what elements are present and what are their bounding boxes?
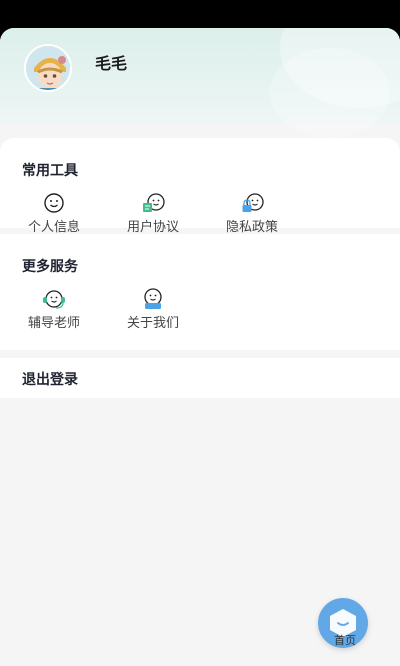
section-title: 更多服务 xyxy=(22,259,78,275)
tool-label: 个人信息 xyxy=(27,220,80,235)
profile-header: 毛毛 xyxy=(0,28,400,138)
tool-user-agreement[interactable]: 用户协议 xyxy=(113,192,193,235)
service-label: 辅导老师 xyxy=(27,316,80,331)
home-label: 首页 xyxy=(334,634,356,647)
smiley-face-icon xyxy=(44,193,64,213)
service-tutor[interactable]: 辅导老师 xyxy=(14,288,94,331)
logout-button[interactable]: 退出登录 xyxy=(22,369,78,389)
header-decoration xyxy=(270,48,390,138)
service-label: 关于我们 xyxy=(126,316,179,331)
smiley-badge-icon xyxy=(144,288,162,309)
phone-screen: 毛毛 常用工具 个人信息 用户协议 隐私政策 更多服务 辅导老师 关于我们 退出… xyxy=(0,0,400,666)
tool-personal-info[interactable]: 个人信息 xyxy=(14,192,94,235)
service-about-us[interactable]: 关于我们 xyxy=(113,288,193,331)
smiley-headset-icon xyxy=(43,290,65,309)
profile-page: 毛毛 常用工具 个人信息 用户协议 隐私政策 更多服务 辅导老师 关于我们 退出… xyxy=(0,28,400,666)
smiley-lock-icon xyxy=(242,193,264,212)
smiley-document-icon xyxy=(143,193,165,212)
tool-label: 用户协议 xyxy=(126,220,179,235)
more-services-card: 更多服务 辅导老师 关于我们 xyxy=(0,234,400,350)
avatar-image xyxy=(26,46,70,90)
tool-privacy-policy[interactable]: 隐私政策 xyxy=(212,192,292,235)
username: 毛毛 xyxy=(95,54,128,73)
avatar[interactable] xyxy=(24,44,72,92)
logout-card[interactable]: 退出登录 xyxy=(0,358,400,398)
tool-label: 隐私政策 xyxy=(225,220,278,235)
common-tools-card: 常用工具 个人信息 用户协议 隐私政策 xyxy=(0,138,400,235)
section-title: 常用工具 xyxy=(22,163,78,179)
